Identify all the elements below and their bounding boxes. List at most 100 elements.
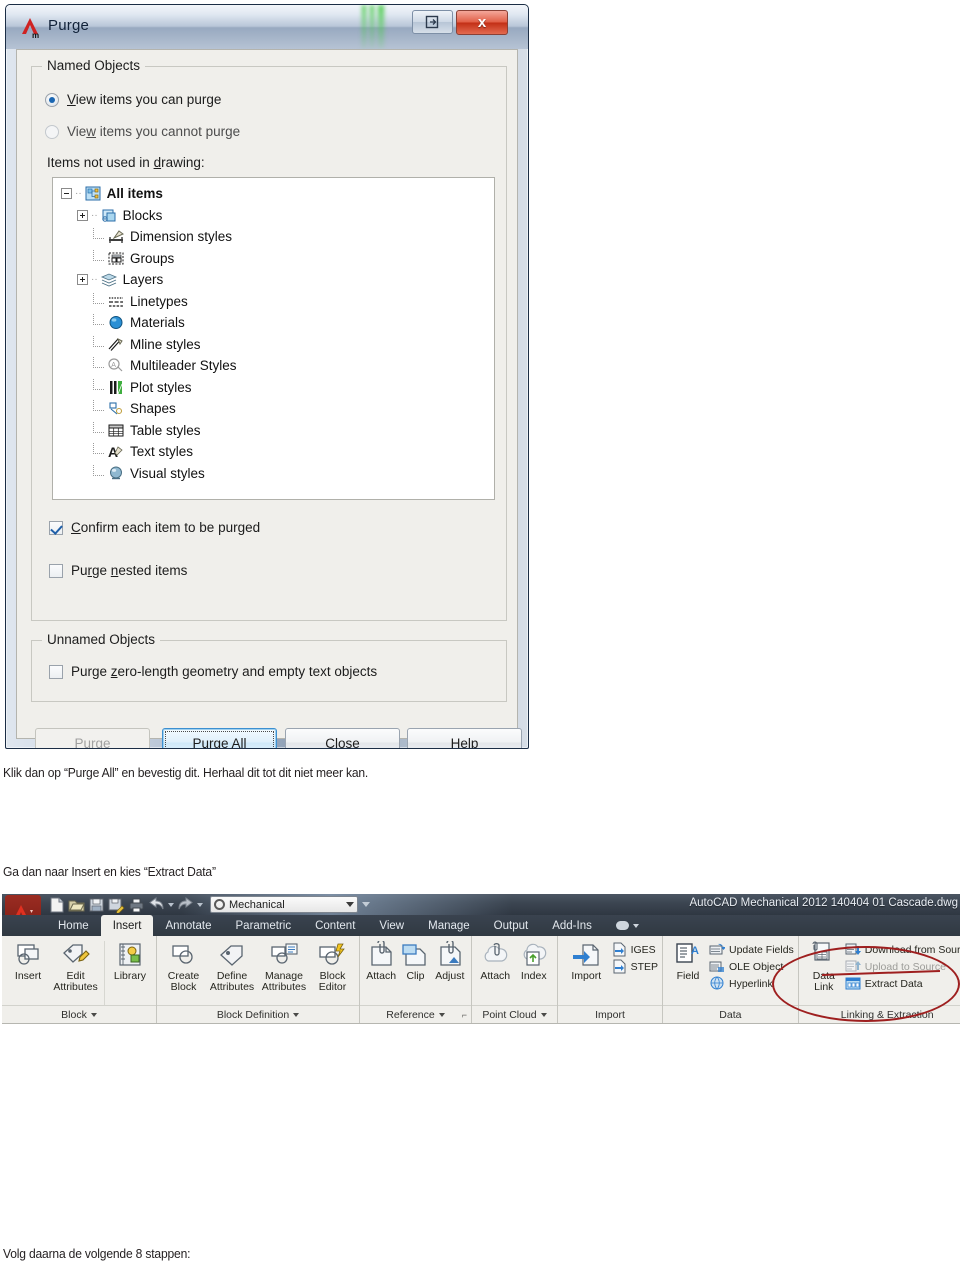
tree-item-text-styles[interactable]: A Text styles <box>61 441 494 463</box>
chevron-down-icon[interactable] <box>90 1013 97 1017</box>
workspace-extra-caret[interactable] <box>362 902 370 907</box>
block-editor-icon <box>317 941 347 969</box>
dimension-styles-icon <box>107 228 125 245</box>
ribbon-tab-strip: Home Insert Annotate Parametric Content … <box>2 915 960 936</box>
update-fields-button[interactable]: Update Fields <box>709 942 794 957</box>
tree-item-table-styles[interactable]: Table styles <box>61 420 494 442</box>
panel-linking-extraction-label[interactable]: Linking & Extraction <box>798 1005 960 1023</box>
close-dialog-button[interactable]: Close <box>285 728 400 748</box>
tab-add-ins[interactable]: Add-Ins <box>540 915 604 936</box>
chevron-down-icon[interactable] <box>346 902 354 907</box>
quick-access-toolbar[interactable] <box>48 896 203 915</box>
tree-item-layers[interactable]: ·· Layers <box>61 269 494 291</box>
close-button[interactable]: x <box>456 10 508 35</box>
attach-point-cloud-button[interactable]: Attach <box>476 939 515 982</box>
block-editor-button[interactable]: Block Editor <box>310 939 355 993</box>
checkbox-purge-zero-length[interactable]: Purge zero-length geometry and empty tex… <box>49 664 377 679</box>
restore-window-button[interactable] <box>412 10 453 34</box>
tab-parametric[interactable]: Parametric <box>224 915 304 936</box>
undo-icon[interactable] <box>148 897 165 913</box>
tree-item-dimension-styles[interactable]: Dimension styles <box>61 226 494 248</box>
plot-icon[interactable] <box>128 897 145 913</box>
tree-item-label: Shapes <box>130 401 176 417</box>
collapse-expander-icon[interactable] <box>61 188 72 200</box>
tab-insert[interactable]: Insert <box>100 915 154 936</box>
undo-dropdown-caret[interactable] <box>168 903 174 907</box>
panel-point-cloud-label[interactable]: Point Cloud <box>472 1005 557 1023</box>
chevron-down-icon[interactable] <box>438 1013 445 1017</box>
iges-button[interactable]: IGES <box>611 942 658 957</box>
panel-linking-extraction-label-text: Linking & Extraction <box>840 1009 934 1021</box>
panel-import-label[interactable]: Import <box>558 1005 662 1023</box>
clip-label: Clip <box>406 970 425 982</box>
manage-attributes-button[interactable]: Manage Attributes <box>258 939 310 993</box>
tab-home[interactable]: Home <box>46 915 101 936</box>
hyperlink-button[interactable]: Hyperlink <box>709 976 794 991</box>
tree-item-multileader-styles[interactable]: A Multileader Styles <box>61 355 494 377</box>
purge-all-button[interactable]: Purge All <box>162 728 277 748</box>
panel-data-label[interactable]: Data <box>663 1005 798 1023</box>
panel-block-definition-label[interactable]: Block Definition <box>157 1005 359 1023</box>
checkbox-purge-nested-items[interactable]: Purge nested items <box>49 563 187 578</box>
block-library-icon <box>115 941 145 969</box>
application-title: AutoCAD Mechanical 2012 140404 01 Cascad… <box>689 897 958 909</box>
attach-reference-button[interactable]: Attach <box>364 939 398 982</box>
tab-view[interactable]: View <box>367 915 416 936</box>
tree-connector <box>93 228 104 240</box>
redo-dropdown-caret[interactable] <box>197 903 203 907</box>
step-button[interactable]: STEP <box>611 959 658 974</box>
tree-item-linetypes[interactable]: Linetypes <box>61 291 494 313</box>
ole-object-button[interactable]: OLE Object <box>709 959 794 974</box>
insert-block-button[interactable]: Insert <box>6 939 50 982</box>
field-button[interactable]: A Field <box>667 939 709 982</box>
workspace-switcher[interactable]: Mechanical <box>210 896 358 913</box>
save-as-icon[interactable] <box>108 897 125 915</box>
index-point-cloud-button[interactable]: Index <box>515 939 554 982</box>
tree-connector <box>93 357 104 369</box>
download-from-source-button[interactable]: Download from Source <box>845 942 960 957</box>
dialog-title-bar[interactable]: m Purge x <box>6 5 528 49</box>
tree-item-all-items[interactable]: ·· All items <box>61 183 494 205</box>
chevron-down-icon[interactable] <box>293 1013 300 1017</box>
tree-item-visual-styles[interactable]: Visual styles <box>61 463 494 485</box>
dialog-launcher-icon[interactable]: ⌐ <box>462 1010 467 1020</box>
define-attributes-button[interactable]: Define Attributes <box>206 939 258 993</box>
import-button[interactable]: Import <box>562 939 611 982</box>
clip-button[interactable]: Clip <box>398 939 432 982</box>
checkbox-confirm-each-item[interactable]: Confirm each item to be purged <box>49 520 260 535</box>
panel-import-body: Import IGES STEP <box>558 936 662 1005</box>
panel-block-label[interactable]: Block <box>2 1005 156 1023</box>
help-button[interactable]: Help <box>407 728 522 748</box>
tree-item-materials[interactable]: Materials <box>61 312 494 334</box>
collapse-ribbon-icon <box>615 921 629 930</box>
expand-expander-icon[interactable] <box>77 209 88 221</box>
tree-item-blocks[interactable]: ·· Blocks <box>61 205 494 227</box>
tree-item-groups[interactable]: Groups <box>61 248 494 270</box>
tab-manage[interactable]: Manage <box>416 915 482 936</box>
radio-view-cannot-purge[interactable]: View items you cannot purge <box>45 124 240 139</box>
save-icon[interactable] <box>88 897 105 913</box>
tree-item-mline-styles[interactable]: Mline styles <box>61 334 494 356</box>
purge-button[interactable]: Purge <box>35 728 150 748</box>
shapes-icon <box>107 400 125 417</box>
tab-output[interactable]: Output <box>482 915 541 936</box>
extract-data-button[interactable]: Extract Data <box>845 976 960 991</box>
expand-expander-icon[interactable] <box>77 274 88 286</box>
redo-icon[interactable] <box>177 897 194 913</box>
block-library-button[interactable]: Library <box>108 939 152 982</box>
chevron-down-icon[interactable] <box>540 1013 547 1017</box>
tab-annotate[interactable]: Annotate <box>153 915 223 936</box>
data-link-button[interactable]: Data Link <box>803 939 845 993</box>
panel-reference-label[interactable]: Reference ⌐ <box>360 1005 471 1023</box>
new-icon[interactable] <box>48 897 65 913</box>
open-icon[interactable] <box>68 897 85 913</box>
purge-items-tree[interactable]: ·· All items ·· Blocks Dimension styles … <box>52 177 495 500</box>
tree-item-plot-styles[interactable]: Plot styles <box>61 377 494 399</box>
tab-content[interactable]: Content <box>303 915 367 936</box>
radio-view-can-purge[interactable]: View items you can purge <box>45 92 221 107</box>
tree-item-shapes[interactable]: Shapes <box>61 398 494 420</box>
tab-overflow[interactable] <box>604 915 651 936</box>
adjust-button[interactable]: Adjust <box>433 939 467 982</box>
create-block-button[interactable]: Create Block <box>161 939 206 993</box>
edit-attributes-button[interactable]: Edit Attributes <box>50 939 101 993</box>
